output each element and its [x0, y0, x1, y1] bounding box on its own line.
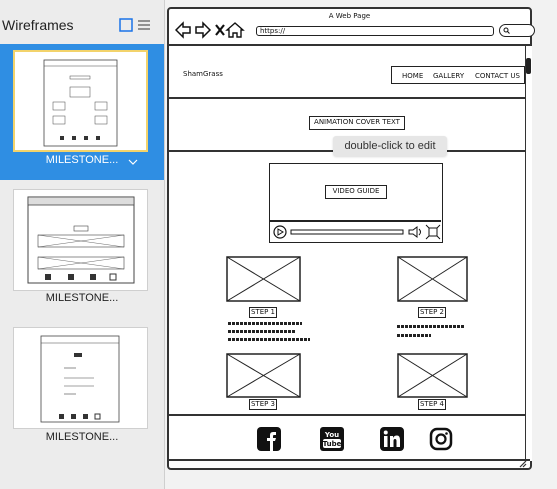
nav-home[interactable]: HOME [402, 72, 423, 80]
list-view-icon[interactable] [137, 18, 151, 32]
video-player[interactable]: VIDEO GUIDE [269, 163, 443, 243]
close-icon [215, 24, 225, 36]
resize-handle-icon[interactable] [519, 461, 527, 468]
step1-text-line [228, 330, 296, 333]
volume-icon [408, 226, 421, 238]
edit-tooltip: double-click to edit [333, 136, 447, 156]
step2-image-placeholder[interactable] [397, 256, 468, 302]
youtube-text-you: You [324, 431, 339, 439]
instagram-icon[interactable] [429, 427, 453, 451]
video-controls [273, 224, 441, 240]
browser-window-mockup[interactable]: A Web Page https:// ShamGrass HOME GALLE… [167, 7, 535, 470]
wireframe-item-label: MILESTONE... [45, 431, 119, 443]
chevron-down-icon[interactable] [128, 158, 138, 166]
browser-title: A Web Page [328, 12, 371, 20]
home-icon [225, 22, 245, 38]
youtube-icon[interactable]: You Tube [320, 427, 344, 451]
youtube-text-tube: Tube [323, 440, 342, 448]
wireframe-item-1[interactable]: MILESTONE... [0, 44, 164, 180]
step2-text-line [397, 325, 464, 328]
wireframe-item-3[interactable]: MILESTONE... [0, 323, 164, 453]
wireframe-canvas[interactable]: A Web Page https:// ShamGrass HOME GALLE… [165, 0, 557, 489]
nav-gallery[interactable]: GALLERY [433, 72, 464, 80]
fullscreen-icon [425, 224, 441, 240]
sidebar-header: Wireframes [0, 0, 164, 44]
footer-divider [169, 414, 525, 416]
step4-label[interactable]: STEP 4 [418, 399, 446, 410]
status-bar-divider [169, 459, 530, 461]
url-bar[interactable]: https:// [256, 26, 494, 36]
scrollbar-thumb[interactable] [526, 58, 531, 74]
linkedin-icon[interactable] [380, 427, 404, 451]
forward-arrow-icon [195, 21, 212, 39]
step1-label[interactable]: STEP 1 [249, 307, 277, 318]
video-controls-divider [270, 220, 441, 222]
site-brand: ShamGrass [183, 70, 223, 78]
back-arrow-icon [175, 21, 191, 39]
nav-contact-us[interactable]: CONTACT US [475, 72, 520, 80]
browser-nav-icons [175, 21, 245, 39]
wireframe-item-label: MILESTONE... [45, 292, 119, 304]
header-divider [169, 97, 525, 99]
video-guide-label: VIDEO GUIDE [325, 185, 387, 199]
sidebar-title: Wireframes [2, 17, 74, 33]
step4-image-placeholder[interactable] [397, 353, 468, 398]
wireframe-item-2[interactable]: MILESTONE... [0, 186, 164, 316]
wireframe-thumbnail-preview [43, 59, 118, 147]
url-text: https:// [260, 27, 286, 35]
step3-label[interactable]: STEP 3 [249, 399, 277, 410]
wireframes-sidebar: Wireframes MILESTONE... MILESTONE... MIL… [0, 0, 165, 489]
toolbar-divider [169, 44, 530, 46]
wireframe-thumbnail[interactable] [13, 327, 148, 429]
wireframe-thumbnail[interactable] [13, 189, 148, 291]
step1-image-placeholder[interactable] [226, 256, 301, 302]
wireframe-thumbnail-preview [40, 335, 120, 423]
vertical-scrollbar[interactable] [525, 46, 532, 461]
animation-cover-text[interactable]: ANIMATION COVER TEXT [309, 116, 405, 130]
wireframe-thumbnail-preview [27, 196, 135, 284]
step1-text-line [228, 322, 302, 325]
step2-text-line [397, 334, 431, 337]
wireframe-thumbnail[interactable] [13, 50, 148, 152]
play-icon [273, 225, 287, 239]
facebook-icon[interactable] [257, 427, 281, 451]
search-icon [503, 27, 510, 34]
grid-view-icon[interactable] [119, 18, 133, 32]
browser-search-field[interactable] [499, 24, 535, 37]
step1-text-line [228, 338, 310, 341]
step2-label[interactable]: STEP 2 [418, 307, 446, 318]
wireframe-item-label: MILESTONE... [45, 154, 119, 166]
site-nav: HOME GALLERY CONTACT US [391, 66, 525, 84]
step3-image-placeholder[interactable] [226, 353, 301, 398]
